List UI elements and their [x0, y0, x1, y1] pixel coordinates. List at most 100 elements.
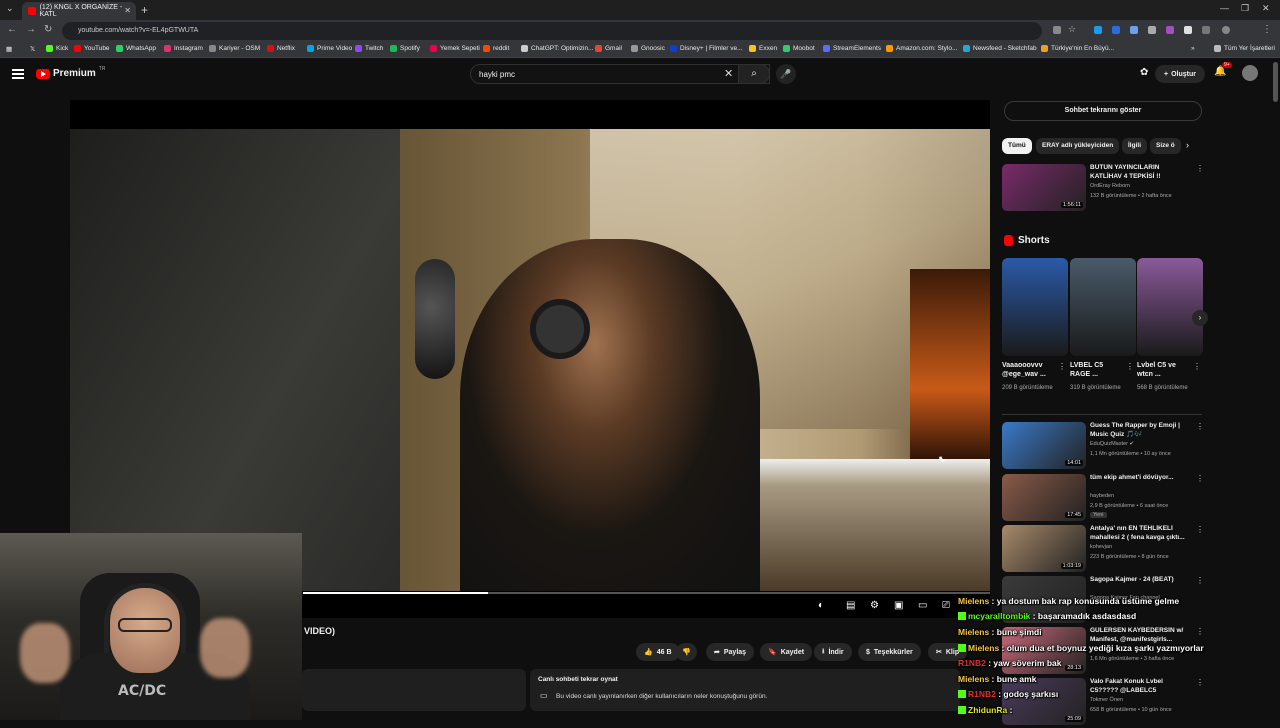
channel-name[interactable]: EduQuizMaster ✔: [1090, 441, 1134, 447]
video-list-item[interactable]: 17:45 tüm ekip ahmet'i dövüyor... haybeden…: [1002, 474, 1204, 524]
video-list-item[interactable]: 1:56:11 BÜTÜN YAYINCILARIN KATLİHAV 4 TEP…: [1002, 164, 1204, 214]
x-icon[interactable]: 𝕏: [30, 45, 35, 53]
filter-chip[interactable]: Size ö: [1150, 138, 1181, 154]
video-title[interactable]: Guess The Rapper by Emoji | Music Quiz 🎵…: [1090, 422, 1190, 439]
url-field[interactable]: youtube.com/watch?v=-EL4pGTWUTA: [62, 22, 1042, 40]
extension-icon[interactable]: [1094, 26, 1102, 34]
description-box[interactable]: [302, 669, 526, 711]
like-button[interactable]: 👍 46 B: [636, 643, 680, 661]
video-title[interactable]: Sagopa Kajmer - 24 (BEAT): [1090, 576, 1190, 585]
more-options-icon[interactable]: ⋮: [1058, 362, 1066, 371]
bookmark-item[interactable]: Yemek Sepeti: [430, 45, 480, 52]
tab-list-icon[interactable]: ⌄: [6, 3, 14, 14]
filter-chip[interactable]: ERAY adlı yükleyiciden: [1036, 138, 1120, 154]
bookmark-item[interactable]: Kick: [46, 45, 68, 52]
more-options-icon[interactable]: ⋮: [1196, 525, 1204, 534]
dislike-button[interactable]: 👎: [676, 643, 697, 661]
more-options-icon[interactable]: ⋮: [1196, 627, 1204, 636]
short-thumbnail[interactable]: [1002, 258, 1068, 356]
cast-icon[interactable]: ⎚: [942, 600, 950, 611]
live-chat-replay-box[interactable]: Canlı sohbeti tekrar oynat ▭ Bu video ca…: [530, 669, 960, 711]
bookmark-item[interactable]: reddit: [483, 45, 509, 52]
bookmark-item[interactable]: Netflix: [267, 45, 295, 52]
more-options-icon[interactable]: ⋮: [1193, 362, 1201, 371]
subtitles-icon[interactable]: ▤: [846, 600, 855, 611]
bookmark-item[interactable]: WhatsApp: [116, 45, 156, 52]
voice-search-icon[interactable]: 🎤: [776, 64, 796, 84]
all-bookmarks[interactable]: Tüm Yer İşaretleri: [1214, 45, 1275, 52]
filter-chip[interactable]: Tümü: [1002, 138, 1032, 154]
extension-icon[interactable]: [1166, 26, 1174, 34]
search-button[interactable]: ⌕: [738, 64, 770, 84]
extension-icon[interactable]: [1112, 26, 1120, 34]
share-button[interactable]: ➦ Paylaş: [706, 643, 755, 661]
forward-icon[interactable]: →: [26, 24, 36, 35]
browser-tab[interactable]: (12) KNGL X ORGANİZE - KATL ✕: [22, 2, 136, 20]
create-button[interactable]: + Oluştur: [1155, 65, 1205, 83]
theater-mode-icon[interactable]: ▭: [918, 600, 927, 611]
channel-name[interactable]: kohevjan: [1090, 544, 1112, 550]
bookmark-item[interactable]: Disney+ | Filmler ve...: [670, 45, 743, 52]
more-options-icon[interactable]: ⋮: [1196, 474, 1204, 483]
new-tab-icon[interactable]: +: [141, 3, 148, 17]
minimize-icon[interactable]: —: [1220, 3, 1229, 13]
bookmark-star-icon[interactable]: ☆: [1068, 24, 1076, 35]
extensions-puzzle-icon[interactable]: [1202, 26, 1210, 34]
autoplay-toggle-icon[interactable]: ◐: [818, 600, 824, 611]
extension-icon[interactable]: [1148, 26, 1156, 34]
bookmark-item[interactable]: StreamElements: [823, 45, 881, 52]
channel-name[interactable]: OrdEray Reborn: [1090, 183, 1130, 189]
short-title[interactable]: Lvbel C5 ve wtcn ...: [1137, 361, 1191, 379]
video-list-item[interactable]: 25:09 Valo Fakat Konuk Lvbel C5????? @LAB…: [1002, 678, 1204, 728]
profile-icon[interactable]: [1222, 26, 1230, 34]
browser-menu-icon[interactable]: ⋮: [1262, 24, 1272, 35]
bookmark-item[interactable]: Newsfeed - Sketchfab: [963, 45, 1037, 52]
extension-icon[interactable]: [1184, 26, 1192, 34]
more-bookmarks-icon[interactable]: »: [1191, 45, 1195, 52]
miniplayer-icon[interactable]: ▣: [894, 600, 903, 611]
shorts-next-icon[interactable]: ›: [1192, 310, 1208, 326]
bookmark-item[interactable]: Twitch: [355, 45, 383, 52]
bookmark-item[interactable]: Kariyer - OSM: [209, 45, 260, 52]
video-thumbnail[interactable]: 17:45: [1002, 474, 1086, 521]
avatar[interactable]: [1242, 65, 1258, 81]
bookmark-item[interactable]: Exxen: [749, 45, 777, 52]
maximize-icon[interactable]: ❐: [1241, 3, 1249, 14]
video-title[interactable]: tüm ekip ahmet'i dövüyor...: [1090, 474, 1190, 483]
clear-search-icon[interactable]: ✕: [724, 67, 733, 80]
bookmark-item[interactable]: Gnoosic: [631, 45, 665, 52]
apps-grid-icon[interactable]: ▦: [6, 45, 12, 53]
show-chat-replay-button[interactable]: Sohbet tekrarını göster: [1004, 101, 1202, 121]
video-title[interactable]: BÜTÜN YAYINCILARIN KATLİHAV 4 TEPKİSİ !!: [1090, 164, 1190, 181]
back-icon[interactable]: ←: [7, 24, 17, 35]
more-options-icon[interactable]: ⋮: [1196, 164, 1204, 173]
tab-close-icon[interactable]: ✕: [124, 6, 131, 15]
bookmark-item[interactable]: Moobot: [783, 45, 815, 52]
channel-name[interactable]: Tokmer Önen: [1090, 697, 1123, 703]
bookmark-item[interactable]: YouTube: [74, 45, 110, 52]
youtube-logo[interactable]: Premium TR: [36, 66, 105, 79]
short-title[interactable]: LVBEL C5 RAGE ...: [1070, 361, 1124, 379]
video-progress-bar[interactable]: [303, 592, 990, 594]
chevron-right-icon[interactable]: ›: [1186, 140, 1189, 150]
video-thumbnail[interactable]: 14:01: [1002, 422, 1086, 469]
menu-icon[interactable]: [12, 69, 24, 79]
more-options-icon[interactable]: ⋮: [1196, 576, 1204, 585]
video-thumbnail[interactable]: 1:03:19: [1002, 525, 1086, 572]
filter-chip[interactable]: İlgili: [1122, 138, 1147, 154]
reload-icon[interactable]: ↻: [44, 24, 52, 35]
short-thumbnail[interactable]: [1070, 258, 1136, 356]
channel-name[interactable]: haybeden: [1090, 493, 1114, 499]
gift-icon[interactable]: ✿: [1140, 67, 1148, 78]
bookmark-item[interactable]: Prime Video: [307, 45, 352, 52]
page-scrollbar[interactable]: [1273, 62, 1278, 102]
bookmark-item[interactable]: Gmail: [595, 45, 622, 52]
video-title[interactable]: Antalya' nın EN TEHLİKELİ mahallesi 2 ( …: [1090, 525, 1190, 542]
more-options-icon[interactable]: ⋮: [1196, 422, 1204, 431]
bookmark-item[interactable]: ChatGPT: Optimizin...: [521, 45, 594, 52]
thanks-button[interactable]: $ Teşekkürler: [858, 643, 921, 661]
short-title[interactable]: Vaaaooovvv @ege_wav ...: [1002, 361, 1056, 379]
video-title[interactable]: Valo Fakat Konuk Lvbel C5????? @LABELC5 …: [1090, 678, 1190, 695]
more-options-icon[interactable]: ⋮: [1126, 362, 1134, 371]
short-thumbnail[interactable]: [1137, 258, 1203, 356]
